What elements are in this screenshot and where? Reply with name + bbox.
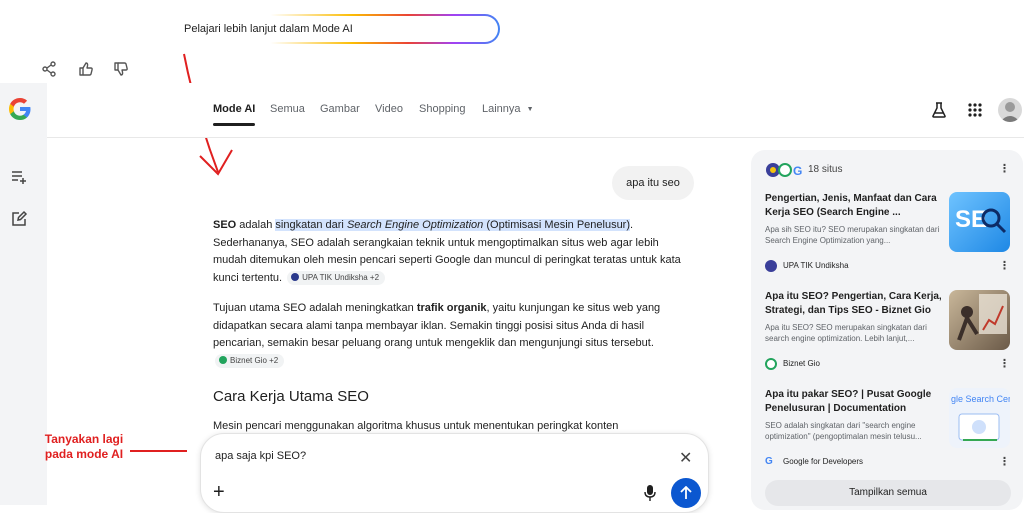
add-plus-icon[interactable]: + [213, 482, 225, 502]
follow-up-input-box[interactable]: apa saja kpi SEO? ✕ + [200, 433, 709, 513]
sources-panel: G 18 situs ⋮ Pengertian, Jenis, Manfaat … [751, 150, 1023, 510]
source-card-snippet: Apa sih SEO itu? SEO merupakan singkatan… [765, 225, 940, 245]
source-name[interactable]: Google for Developers [783, 457, 863, 466]
answer-paragraph-3: Mesin pencari menggunakan algoritma khus… [213, 420, 619, 432]
google-favicon-icon: G [765, 456, 773, 467]
user-query-bubble: apa itu seo [612, 166, 694, 200]
clear-close-icon[interactable]: ✕ [679, 448, 692, 468]
svg-text:G: G [793, 164, 802, 178]
more-vert-icon[interactable]: ⋮ [999, 357, 1010, 370]
thumbs-up-icon[interactable] [77, 60, 95, 78]
send-button[interactable] [671, 478, 701, 508]
tab-lainnya-label: Lainnya [482, 103, 521, 115]
source-card-thumbnail[interactable] [949, 290, 1010, 350]
annotation-line [130, 450, 187, 452]
playlist-add-icon[interactable] [10, 169, 28, 190]
learn-more-label: Pelajari lebih lanjut dalam Mode AI [174, 16, 498, 42]
arrow-up-icon [680, 485, 692, 499]
tab-shopping[interactable]: Shopping [419, 103, 466, 115]
source-favicon [765, 260, 777, 272]
answer-paragraph-2: Tujuan utama SEO adalah meningkatkan tra… [213, 300, 687, 370]
source-chip[interactable]: UPA TIK Undiksha +2 [287, 270, 386, 285]
more-vert-icon[interactable]: ⋮ [999, 259, 1010, 272]
search-header: Mode AI Semua Gambar Video Shopping Lain… [47, 83, 1024, 138]
answer-paragraph-1: SEO adalah singkatan dari Search Engine … [213, 219, 681, 285]
annotation-label: Tanyakan lagi pada mode AI [44, 432, 124, 461]
new-chat-edit-icon[interactable] [10, 210, 28, 233]
avatar[interactable] [998, 98, 1022, 122]
follow-up-input[interactable]: apa saja kpi SEO? [215, 450, 306, 462]
share-icon[interactable] [40, 60, 58, 78]
illustration-image [957, 294, 1007, 341]
source-card-title[interactable]: Pengertian, Jenis, Manfaat dan Cara Kerj… [765, 192, 945, 220]
learn-more-ai-mode-link[interactable]: Pelajari lebih lanjut dalam Mode AI [172, 14, 500, 44]
tab-lainnya[interactable]: Lainnya ▼ [482, 103, 534, 115]
source-name[interactable]: UPA TIK Undiksha [783, 261, 849, 270]
more-vert-icon[interactable]: ⋮ [999, 162, 1010, 175]
source-card-title[interactable]: Apa itu SEO? Pengertian, Cara Kerja, Str… [765, 290, 945, 318]
more-vert-icon[interactable]: ⋮ [999, 455, 1010, 468]
source-card-thumbnail[interactable]: SE [949, 192, 1010, 252]
chevron-down-icon: ▼ [526, 106, 534, 113]
source-card-snippet: SEO adalah singkatan dari "search engine… [765, 421, 922, 441]
source-name[interactable]: Biznet Gio [783, 359, 820, 368]
google-logo-icon[interactable] [7, 96, 33, 127]
show-all-button[interactable]: Tampilkan semua [765, 480, 1011, 506]
answer-term: SEO [213, 219, 237, 231]
thumbs-down-icon[interactable] [112, 60, 130, 78]
source-chip[interactable]: Biznet Gio +2 [215, 353, 285, 368]
source-favicon [765, 358, 777, 370]
microphone-icon[interactable] [644, 485, 656, 506]
sources-count: 18 situs [808, 164, 843, 175]
illustration-image [958, 413, 1000, 441]
section-heading: Cara Kerja Utama SEO [213, 388, 369, 405]
source-card-thumbnail[interactable]: gle Search Cen [949, 388, 1010, 448]
tab-gambar[interactable]: Gambar [320, 103, 360, 115]
source-card-title[interactable]: Apa itu pakar SEO? | Pusat Google Penelu… [765, 388, 945, 416]
tab-mode-ai[interactable]: Mode AI [213, 103, 256, 126]
magnifier-icon [981, 208, 1007, 234]
highlighted-definition: singkatan dari Search Engine Optimizatio… [275, 219, 631, 231]
apps-grid-icon[interactable] [967, 102, 983, 123]
tab-semua[interactable]: Semua [270, 103, 305, 115]
source-favicons[interactable]: G [765, 162, 807, 178]
labs-flask-icon[interactable] [931, 101, 947, 124]
tab-video[interactable]: Video [375, 103, 403, 115]
source-card-snippet: Apa itu SEO? SEO merupakan singkatan dar… [765, 323, 927, 343]
